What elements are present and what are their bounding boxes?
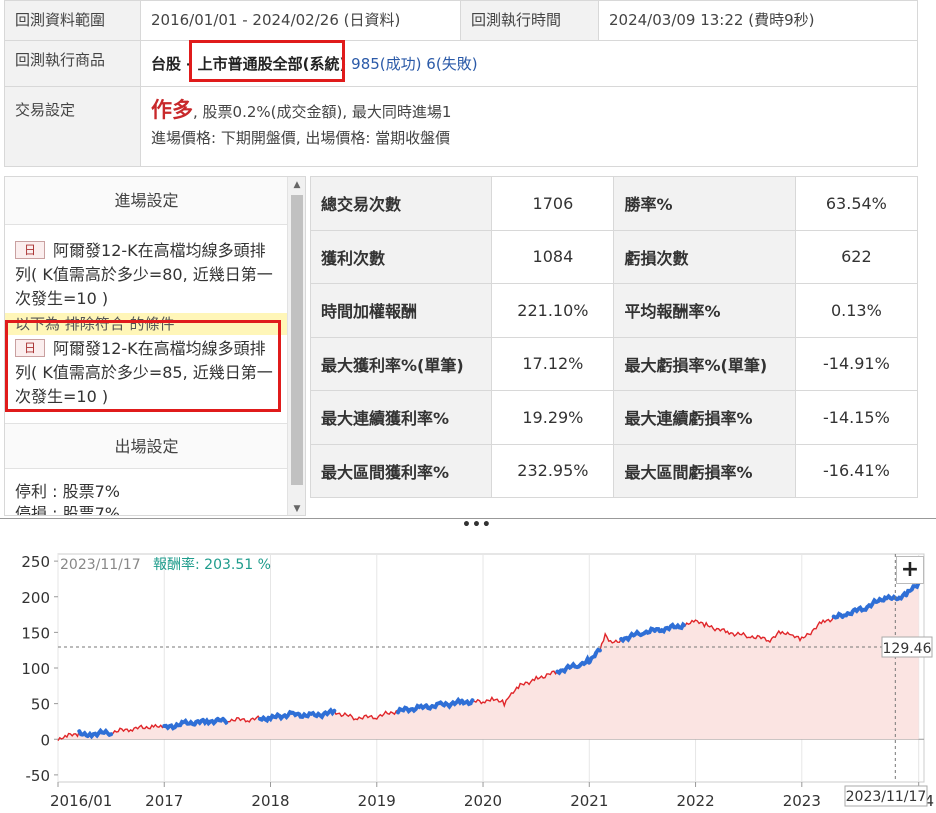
stop-loss: 停損 : 股票7%	[15, 504, 120, 516]
y-tick-label: 100	[21, 660, 50, 678]
stat-value: -14.15%	[794, 390, 919, 445]
x-tick-label: 2016/01	[50, 792, 112, 810]
trade-label: 交易設定	[4, 86, 141, 167]
stat-label: 最大連續虧損率%	[613, 390, 796, 445]
exec-time-label: 回測執行時間	[460, 0, 599, 41]
scroll-down-icon[interactable]: ▼	[288, 501, 305, 515]
scroll-thumb[interactable]	[291, 195, 303, 485]
x-tick-label: 2021	[570, 792, 608, 810]
zoom-in-button[interactable]: +	[896, 556, 924, 584]
stat-value: 19.29%	[491, 390, 615, 445]
stat-value: 232.95%	[491, 443, 615, 498]
x-tick-label: 2022	[676, 792, 714, 810]
entry-title: 進場設定	[5, 177, 288, 225]
day-tag-1: 日	[15, 241, 46, 259]
trade-direction: 作多	[151, 98, 193, 122]
product-success-link[interactable]: 985(成功)	[351, 55, 421, 73]
condition-highlight-box	[5, 320, 281, 412]
product-fail-link[interactable]: 6(失敗)	[426, 55, 477, 73]
x-tick-label: 2020	[464, 792, 502, 810]
x-tick-label: 2017	[145, 792, 183, 810]
exit-title: 出場設定	[5, 423, 288, 469]
x-tick-label: 2023	[783, 792, 821, 810]
stat-label: 總交易次數	[309, 176, 493, 231]
stats-row: 獲利次數 1084 虧損次數 622	[309, 229, 919, 284]
product-label: 回測執行商品	[4, 40, 141, 87]
y-tick-label: 0	[40, 731, 50, 749]
settings-scrollbar[interactable]: ▲ ▼	[287, 177, 305, 515]
splitter-handle-icon[interactable]: •••	[462, 517, 492, 533]
stat-label: 最大區間獲利率%	[309, 443, 493, 498]
stats-row: 最大區間獲利率% 232.95% 最大區間虧損率% -16.41%	[309, 443, 919, 498]
range-value: 2016/01/01 - 2024/02/26 (日資料)	[140, 0, 461, 41]
trade-price: 進場價格: 下期開盤價, 出場價格: 當期收盤價	[151, 129, 451, 147]
y-tick-label: 200	[21, 589, 50, 607]
x-tick-label: 2018	[251, 792, 289, 810]
stat-value: 1084	[491, 229, 615, 284]
trade-cell: 作多, 股票0.2%(成交金額), 最大同時進場1 進場價格: 下期開盤價, 出…	[140, 86, 918, 167]
stats-table: 總交易次數 1706 勝率% 63.54% 獲利次數 1084 虧損次數 622 時間加權報酬 2…	[309, 176, 919, 498]
x-tick-label: 2019	[358, 792, 396, 810]
stat-label: 勝率%	[613, 176, 796, 231]
crosshair-date-label: 2023/11/17	[846, 789, 927, 805]
entry-condition-1: 日阿爾發12-K在高檔均線多頭排列( K值需高於多少=80, 近幾日第一次發生=…	[5, 225, 288, 311]
stat-label: 最大虧損率%(單筆)	[613, 336, 796, 391]
stat-value: 17.12%	[491, 336, 615, 391]
y-tick-label: 150	[21, 624, 50, 642]
stats-row: 最大連續獲利率% 19.29% 最大連續虧損率% -14.15%	[309, 390, 919, 445]
stat-value: -16.41%	[794, 443, 919, 498]
trade-line-1: 作多, 股票0.2%(成交金額), 最大同時進場1	[151, 97, 907, 125]
stats-row: 時間加權報酬 221.10% 平均報酬率% 0.13%	[309, 283, 919, 338]
take-profit: 停利 : 股票7%	[15, 482, 120, 501]
stat-value: 63.54%	[794, 176, 919, 231]
stat-value: -14.91%	[794, 336, 919, 391]
y-tick-label: 50	[31, 696, 50, 714]
backtest-info-table: 回測資料範圍 2016/01/01 - 2024/02/26 (日資料) 回測執…	[4, 0, 918, 167]
tooltip-return-label: 報酬率: 203.51 %	[153, 556, 271, 573]
entry-condition-1-text: 阿爾發12-K在高檔均線多頭排列( K值需高於多少=80, 近幾日第一次發生=1…	[15, 241, 273, 308]
product-highlight-box	[189, 40, 345, 82]
stat-label: 虧損次數	[613, 229, 796, 284]
stats-row: 總交易次數 1706 勝率% 63.54%	[309, 176, 919, 231]
scroll-up-icon[interactable]: ▲	[288, 177, 305, 193]
stats-row: 最大獲利率%(單筆) 17.12% 最大虧損率%(單筆) -14.91%	[309, 336, 919, 391]
equity-curve-chart[interactable]: 250 200 150 100 50 0 -50 129.46 2016/01 2017 2018 2…	[0, 540, 936, 813]
stat-value: 0.13%	[794, 283, 919, 338]
tooltip-date: 2023/11/17	[60, 557, 141, 573]
stat-label: 獲利次數	[309, 229, 493, 284]
stat-value: 1706	[491, 176, 615, 231]
stat-label: 最大區間虧損率%	[613, 443, 796, 498]
range-label: 回測資料範圍	[4, 0, 141, 41]
stat-label: 最大獲利率%(單筆)	[309, 336, 493, 391]
stat-value: 622	[794, 229, 919, 284]
y-tick-label: -50	[26, 767, 51, 785]
stat-label: 最大連續獲利率%	[309, 390, 493, 445]
y-tick-label: 250	[21, 553, 50, 571]
stat-label: 時間加權報酬	[309, 283, 493, 338]
trade-fee: , 股票0.2%(成交金額), 最大同時進場1	[193, 103, 452, 121]
crosshair-value-label: 129.46	[883, 641, 932, 657]
stat-value: 221.10%	[491, 283, 615, 338]
stat-label: 平均報酬率%	[613, 283, 796, 338]
exec-time-value: 2024/03/09 13:22 (費時9秒)	[598, 0, 918, 41]
